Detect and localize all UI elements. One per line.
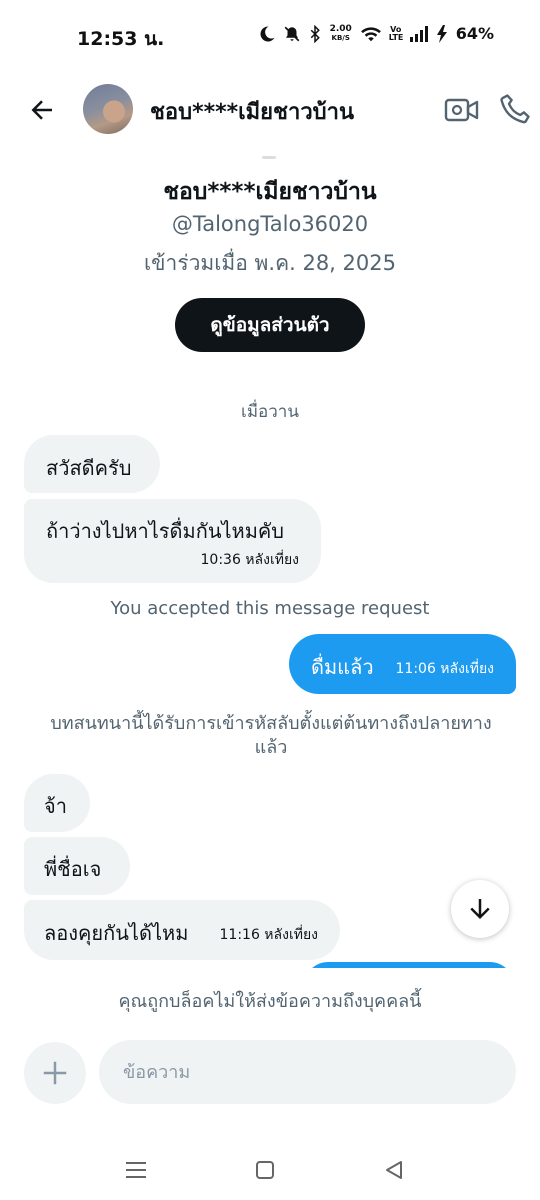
message-text: ถ้าว่างไปหาไรดื่มกันไหมคับ: [46, 519, 284, 543]
message-input[interactable]: [99, 1040, 516, 1104]
message-bubble-incoming[interactable]: พี่ชื่อเจ: [24, 837, 130, 895]
mute-bell-icon: [283, 25, 301, 43]
message-timestamp: 11:16 หลังเที่ยง: [219, 927, 319, 943]
message-bubble-incoming[interactable]: สวัสดีครับ: [24, 435, 160, 493]
view-profile-button[interactable]: ดูข้อมูลส่วนตัว: [175, 298, 365, 352]
charging-icon: [436, 24, 447, 43]
message-bubble-incoming[interactable]: ลองคุยกันได้ไหม 11:16 หลังเที่ยง: [24, 900, 340, 960]
status-time: 12:53 น.: [77, 28, 165, 50]
voice-call-button[interactable]: [498, 92, 532, 126]
net-speed-unit: KB/S: [331, 33, 350, 42]
system-nav-bar: [0, 1140, 540, 1200]
message-bubble-incoming[interactable]: จ้า: [24, 774, 90, 832]
scroll-to-bottom-button[interactable]: [451, 880, 509, 938]
avatar[interactable]: [83, 84, 133, 134]
divider: [262, 156, 276, 159]
status-icons: 2.00 KB/S Vo LTE 64%: [258, 24, 494, 43]
message-text: ลองคุยกันได้ไหม: [44, 921, 189, 945]
plus-icon: [43, 1061, 67, 1085]
signal-icon: [409, 25, 430, 42]
header-username[interactable]: ชอบ****เมียชาวบ้าน: [150, 94, 354, 129]
accepted-request-notice: You accepted this message request: [110, 598, 430, 619]
arrow-down-icon: [470, 899, 490, 919]
volte-icon: Vo LTE: [388, 24, 404, 42]
message-text: จ้า: [44, 794, 67, 818]
moon-icon: [258, 25, 276, 43]
wifi-icon: [360, 25, 382, 43]
net-speed-value: 2.00: [329, 23, 352, 34]
back-nav-button[interactable]: [380, 1156, 408, 1184]
triangle-back-icon: [386, 1161, 402, 1179]
phone-icon: [500, 94, 530, 124]
profile-handle: @TalongTalo36020: [171, 212, 369, 236]
conversation-header: ชอบ****เมียชาวบ้าน: [0, 76, 540, 144]
video-camera-icon: [444, 98, 479, 122]
back-button[interactable]: [24, 92, 60, 128]
message-text: สวัสดีครับ: [46, 456, 132, 480]
menu-lines-icon: [126, 1162, 146, 1178]
blocked-notice: คุณถูกบล็อคไม่ให้ส่งข้อความถึงบุคคลนี้: [118, 991, 422, 1012]
message-bubble-outgoing[interactable]: ดื่มแล้ว 11:06 หลังเที่ยง: [289, 634, 516, 694]
message-timestamp: 11:06 หลังเที่ยง: [395, 661, 495, 677]
message-timestamp: 10:36 หลังเที่ยง: [200, 552, 300, 568]
home-button[interactable]: [251, 1156, 279, 1184]
profile-name: ชอบ****เมียชาวบ้าน: [163, 179, 377, 205]
recent-apps-button[interactable]: [122, 1156, 150, 1184]
network-speed: 2.00 KB/S: [329, 23, 353, 43]
encryption-notice: บทสนทนานี้ได้รับการเข้ารหัสลับตั้งแต่ต้น…: [50, 713, 492, 758]
status-bar: 12:53 น. 2.00 KB/S Vo LTE 64%: [0, 0, 540, 72]
battery-level: 64%: [455, 24, 494, 43]
square-icon: [256, 1161, 274, 1179]
message-bubble-incoming[interactable]: ถ้าว่างไปหาไรดื่มกันไหมคับ 10:36 หลังเที…: [24, 499, 321, 583]
video-call-button[interactable]: [444, 94, 480, 126]
message-text: ดื่มแล้ว: [311, 655, 374, 679]
message-text: พี่ชื่อเจ: [44, 857, 102, 881]
profile-joined-date: เข้าร่วมเมื่อ พ.ค. 28, 2025: [144, 251, 396, 275]
add-media-button[interactable]: [24, 1042, 86, 1104]
date-separator: เมื่อวาน: [241, 402, 299, 422]
arrow-left-icon: [31, 100, 52, 120]
bluetooth-icon: [308, 24, 322, 43]
